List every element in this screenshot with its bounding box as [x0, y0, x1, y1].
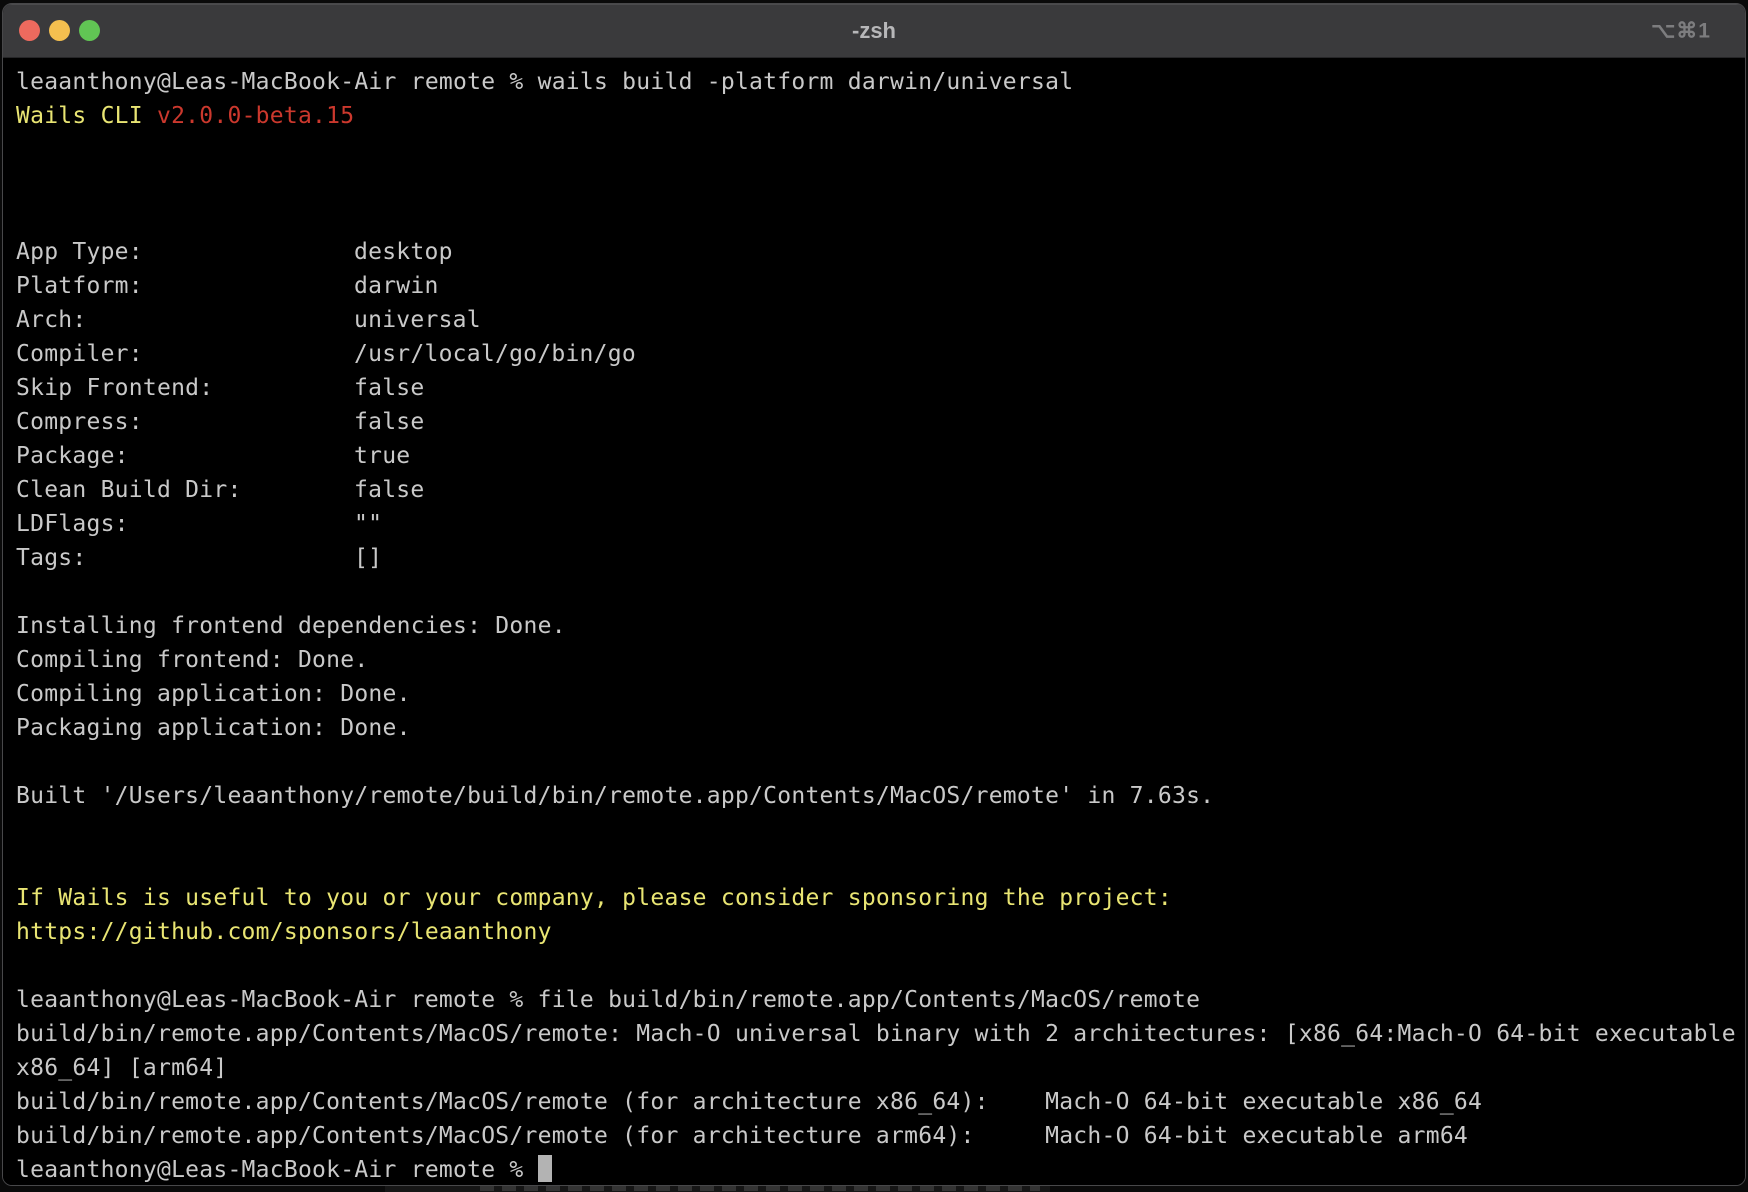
terminal-text: leaanthony@Leas-MacBook-Air remote % fil… — [16, 987, 1200, 1013]
terminal-line: https://github.com/sponsors/leaanthony — [16, 915, 1745, 949]
terminal-line — [16, 813, 1745, 847]
terminal-text: Built '/Users/leaanthony/remote/build/bi… — [16, 783, 1214, 809]
terminal-line — [16, 847, 1745, 881]
terminal-line: Wails CLI v2.0.0-beta.15 — [16, 99, 1745, 133]
terminal-line: Skip Frontend:false — [16, 371, 1745, 405]
terminal-line: build/bin/remote.app/Contents/MacOS/remo… — [16, 1085, 1745, 1119]
terminal-line: Compress:false — [16, 405, 1745, 439]
background-window-text-fragment — [480, 1186, 1040, 1191]
terminal-text: leaanthony@Leas-MacBook-Air remote % wai… — [16, 69, 1073, 95]
terminal-text: leaanthony@Leas-MacBook-Air remote % — [16, 1157, 538, 1183]
terminal-line: Compiling frontend: Done. — [16, 643, 1745, 677]
terminal-line: Arch:universal — [16, 303, 1745, 337]
config-value: true — [354, 443, 410, 469]
traffic-lights — [3, 20, 100, 41]
config-value: false — [354, 375, 425, 401]
config-label: Arch: — [16, 303, 354, 337]
background-window-strip — [385, 1185, 1050, 1192]
window-shortcut-label: ⌥⌘1 — [1651, 18, 1711, 43]
terminal-output[interactable]: leaanthony@Leas-MacBook-Air remote % wai… — [3, 59, 1745, 1185]
terminal-window: -zsh ⌥⌘1 leaanthony@Leas-MacBook-Air rem… — [2, 3, 1746, 1186]
config-label: Platform: — [16, 269, 354, 303]
minimize-button[interactable] — [49, 20, 70, 41]
terminal-text: build/bin/remote.app/Contents/MacOS/remo… — [16, 1123, 1468, 1149]
config-label: Skip Frontend: — [16, 371, 354, 405]
config-value: [] — [354, 545, 382, 571]
config-label: Clean Build Dir: — [16, 473, 354, 507]
terminal-line: Tags:[] — [16, 541, 1745, 575]
terminal-line: App Type:desktop — [16, 235, 1745, 269]
terminal-text: x86_64] [arm64] — [16, 1055, 227, 1081]
terminal-line: x86_64] [arm64] — [16, 1051, 1745, 1085]
terminal-text: Installing frontend dependencies: Done. — [16, 613, 566, 639]
terminal-line: leaanthony@Leas-MacBook-Air remote % fil… — [16, 983, 1745, 1017]
title-bar[interactable]: -zsh ⌥⌘1 — [3, 4, 1745, 58]
terminal-text: Wails CLI — [16, 103, 157, 129]
zoom-button[interactable] — [79, 20, 100, 41]
terminal-text: https://github.com/sponsors/leaanthony — [16, 919, 552, 945]
terminal-text: v2.0.0-beta.15 — [157, 103, 354, 129]
terminal-text: build/bin/remote.app/Contents/MacOS/remo… — [16, 1021, 1736, 1047]
terminal-text: Compiling application: Done. — [16, 681, 411, 707]
config-value: /usr/local/go/bin/go — [354, 341, 636, 367]
terminal-line: Built '/Users/leaanthony/remote/build/bi… — [16, 779, 1745, 813]
terminal-line: Platform:darwin — [16, 269, 1745, 303]
config-value: false — [354, 409, 425, 435]
terminal-line: Compiler:/usr/local/go/bin/go — [16, 337, 1745, 371]
terminal-line: Packaging application: Done. — [16, 711, 1745, 745]
terminal-line: LDFlags:"" — [16, 507, 1745, 541]
config-label: App Type: — [16, 235, 354, 269]
terminal-line — [16, 575, 1745, 609]
config-value: "" — [354, 511, 382, 537]
terminal-text: Packaging application: Done. — [16, 715, 411, 741]
config-value: darwin — [354, 273, 439, 299]
terminal-line — [16, 167, 1745, 201]
terminal-line: build/bin/remote.app/Contents/MacOS/remo… — [16, 1119, 1745, 1153]
config-label: Package: — [16, 439, 354, 473]
terminal-text: build/bin/remote.app/Contents/MacOS/remo… — [16, 1089, 1482, 1115]
window-title: -zsh — [3, 18, 1745, 44]
config-value: universal — [354, 307, 481, 333]
close-button[interactable] — [19, 20, 40, 41]
terminal-text: If Wails is useful to you or your compan… — [16, 885, 1172, 911]
terminal-line: leaanthony@Leas-MacBook-Air remote % — [16, 1153, 1745, 1186]
config-label: LDFlags: — [16, 507, 354, 541]
config-label: Compiler: — [16, 337, 354, 371]
terminal-line: leaanthony@Leas-MacBook-Air remote % wai… — [16, 65, 1745, 99]
terminal-text: Compiling frontend: Done. — [16, 647, 368, 673]
terminal-cursor — [538, 1155, 552, 1182]
terminal-line — [16, 745, 1745, 779]
config-label: Compress: — [16, 405, 354, 439]
terminal-line: Clean Build Dir:false — [16, 473, 1745, 507]
terminal-line — [16, 133, 1745, 167]
terminal-line: Package:true — [16, 439, 1745, 473]
terminal-line: If Wails is useful to you or your compan… — [16, 881, 1745, 915]
config-value: false — [354, 477, 425, 503]
terminal-line — [16, 201, 1745, 235]
terminal-line — [16, 949, 1745, 983]
config-value: desktop — [354, 239, 453, 265]
terminal-line: build/bin/remote.app/Contents/MacOS/remo… — [16, 1017, 1745, 1051]
config-label: Tags: — [16, 541, 354, 575]
terminal-line: Compiling application: Done. — [16, 677, 1745, 711]
terminal-line: Installing frontend dependencies: Done. — [16, 609, 1745, 643]
